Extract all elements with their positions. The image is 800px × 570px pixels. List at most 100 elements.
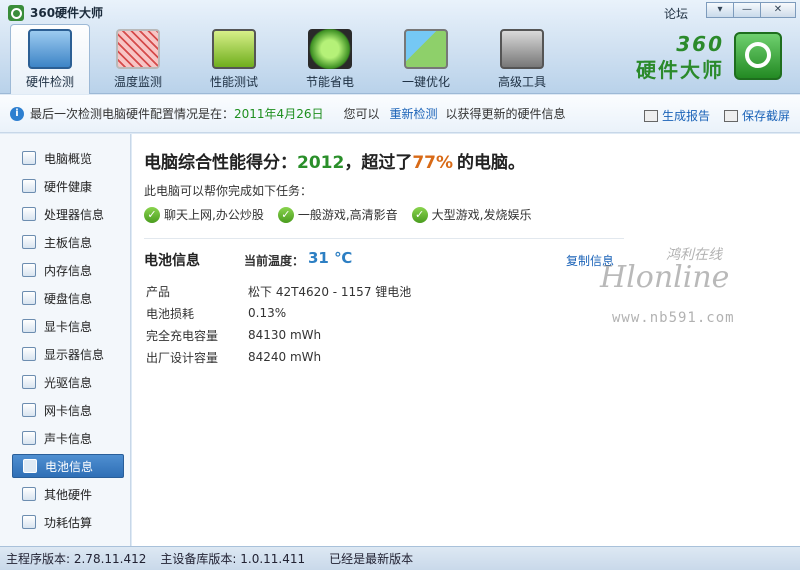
- temperature-icon: [116, 29, 160, 69]
- info-value: 84130 mWh: [248, 328, 322, 342]
- sidebar-item-network[interactable]: 网卡信息: [12, 398, 124, 422]
- power-icon: [308, 29, 352, 69]
- task-item: ✓ 聊天上网,办公炒股: [144, 206, 264, 223]
- sidebar-item-label: 硬件健康: [44, 179, 93, 194]
- tab-advanced-tools[interactable]: 高级工具: [474, 24, 570, 94]
- main-panel: 电脑综合性能得分：2012，超过了77% 的电脑。 此电脑可以帮你完成如下任务： …: [132, 134, 800, 546]
- window-controls: ▾ — ✕: [706, 2, 796, 18]
- sidebar-item-label: 电池信息: [45, 459, 94, 474]
- tab-power-saving[interactable]: 节能省电: [282, 24, 378, 94]
- save-screenshot-label: 保存截屏: [741, 109, 790, 123]
- sidebar-item-label: 其他硬件: [44, 487, 93, 502]
- camera-icon: [723, 110, 738, 122]
- temperature-label: 当前温度：: [244, 254, 305, 268]
- last-check-date: 2011年4月26日: [234, 107, 324, 121]
- score-suffix: 的电脑。: [457, 153, 526, 173]
- sidebar-item-power-estimate[interactable]: 功耗估算: [12, 510, 124, 534]
- forum-link[interactable]: 论坛: [664, 5, 688, 22]
- brand-name: 硬件大师: [636, 58, 724, 82]
- sidebar-item-label: 处理器信息: [44, 207, 105, 222]
- score-percent: 77%: [412, 153, 454, 173]
- battery-icon: [23, 459, 37, 473]
- sidebar-item-cpu[interactable]: 处理器信息: [12, 202, 124, 226]
- score-mid: ，超过了: [344, 153, 413, 173]
- status-bar: 主程序版本: 2.78.11.412 主设备库版本: 1.0.11.411 已经…: [0, 546, 800, 570]
- minimize-button[interactable]: —: [733, 2, 761, 18]
- sidebar-item-optical[interactable]: 光驱信息: [12, 370, 124, 394]
- sidebar-item-label: 显卡信息: [44, 319, 93, 334]
- performance-icon: [212, 29, 256, 69]
- window-title: 360硬件大师: [8, 4, 103, 21]
- info-suffix: 以获得更新的硬件信息: [445, 107, 566, 121]
- optical-drive-icon: [22, 375, 36, 389]
- computer-icon: [28, 29, 72, 69]
- watermark-en: Hlonline: [600, 260, 730, 295]
- task-list: ✓ 聊天上网,办公炒股 ✓ 一般游戏,高清影音 ✓ 大型游戏,发烧娱乐: [144, 206, 531, 223]
- main-version: 主程序版本: 2.78.11.412: [6, 552, 147, 566]
- save-screenshot-button[interactable]: 保存截屏: [723, 107, 790, 124]
- sidebar-item-sound[interactable]: 声卡信息: [12, 426, 124, 450]
- window-title-text: 360硬件大师: [30, 6, 104, 20]
- overview-icon: [22, 151, 36, 165]
- sidebar-item-label: 主板信息: [44, 235, 93, 250]
- sidebar-item-monitor[interactable]: 显示器信息: [12, 342, 124, 366]
- watermark: 鸿利在线 Hlonline www.nb591.com: [592, 238, 792, 334]
- db-version: 主设备库版本: 1.0.11.411: [160, 552, 306, 566]
- gpu-icon: [22, 319, 36, 333]
- info-key: 电池损耗: [146, 306, 195, 321]
- temperature-value: 31 ℃: [308, 249, 353, 267]
- sidebar-item-label: 功耗估算: [44, 515, 93, 530]
- memory-icon: [22, 263, 36, 277]
- tab-optimize[interactable]: 一键优化: [378, 24, 474, 94]
- menu-dropdown-button[interactable]: ▾: [706, 2, 734, 18]
- brand-number: 360: [676, 32, 724, 56]
- close-button[interactable]: ✕: [760, 2, 796, 18]
- cpu-icon: [22, 207, 36, 221]
- sidebar-item-label: 显示器信息: [44, 347, 105, 362]
- sidebar-item-label: 光驱信息: [44, 375, 93, 390]
- sidebar-item-disk[interactable]: 硬盘信息: [12, 286, 124, 310]
- sidebar-item-health[interactable]: 硬件健康: [12, 174, 124, 198]
- tab-label: 硬件检测: [25, 75, 74, 89]
- sound-icon: [22, 431, 36, 445]
- monitor-icon: [22, 347, 36, 361]
- sidebar-item-memory[interactable]: 内存信息: [12, 258, 124, 282]
- info-row: 完全充电容量 84130 mWh: [146, 324, 411, 346]
- check-icon: ✓: [144, 206, 160, 223]
- generate-report-button[interactable]: 生成报告: [643, 107, 710, 124]
- task-item: ✓ 大型游戏,发烧娱乐: [411, 206, 531, 223]
- info-actions: 生成报告 保存截屏: [643, 107, 790, 124]
- sidebar-item-battery[interactable]: 电池信息: [12, 454, 124, 478]
- sidebar-item-other[interactable]: 其他硬件: [12, 482, 124, 506]
- sidebar-item-overview[interactable]: 电脑概览: [12, 146, 124, 170]
- sidebar-item-label: 声卡信息: [44, 431, 93, 446]
- motherboard-icon: [22, 235, 36, 249]
- update-status: 已经是最新版本: [329, 552, 414, 566]
- info-value: 84240 mWh: [248, 350, 322, 364]
- recheck-link[interactable]: 重新检测: [389, 105, 437, 122]
- info-value: 松下 42T4620 - 1157 锂电池: [248, 284, 412, 299]
- last-check-prefix: 最后一次检测电脑硬件配置情况是在：: [30, 107, 235, 121]
- tab-hardware-check[interactable]: 硬件检测: [10, 24, 90, 94]
- info-mid: 您可以: [343, 107, 380, 121]
- tab-label: 性能测试: [209, 75, 258, 89]
- sidebar-item-motherboard[interactable]: 主板信息: [12, 230, 124, 254]
- task-item: ✓ 一般游戏,高清影音: [277, 206, 398, 223]
- performance-score: 电脑综合性能得分：2012，超过了77% 的电脑。: [144, 148, 525, 173]
- check-icon: ✓: [411, 206, 428, 223]
- sidebar-item-gpu[interactable]: 显卡信息: [12, 314, 124, 338]
- brand-logo: 360 硬件大师: [616, 32, 786, 88]
- info-value: 0.13%: [248, 306, 287, 320]
- info-row: 电池损耗 0.13%: [146, 302, 411, 324]
- printer-icon: [643, 110, 658, 122]
- check-icon: ✓: [277, 206, 294, 223]
- info-key: 出厂设计容量: [146, 350, 219, 365]
- header: 360硬件大师 论坛 ▾ — ✕ 硬件检测 温度监测 性能测试 节能省电 一键优…: [0, 0, 800, 94]
- tab-performance[interactable]: 性能测试: [186, 24, 282, 94]
- sidebar-item-label: 网卡信息: [44, 403, 93, 418]
- tasks-subtitle: 此电脑可以帮你完成如下任务：: [144, 184, 313, 198]
- tab-temperature[interactable]: 温度监测: [90, 24, 186, 94]
- task-label: 一般游戏,高清影音: [297, 208, 398, 222]
- info-key: 完全充电容量: [146, 328, 219, 343]
- health-icon: [22, 179, 36, 193]
